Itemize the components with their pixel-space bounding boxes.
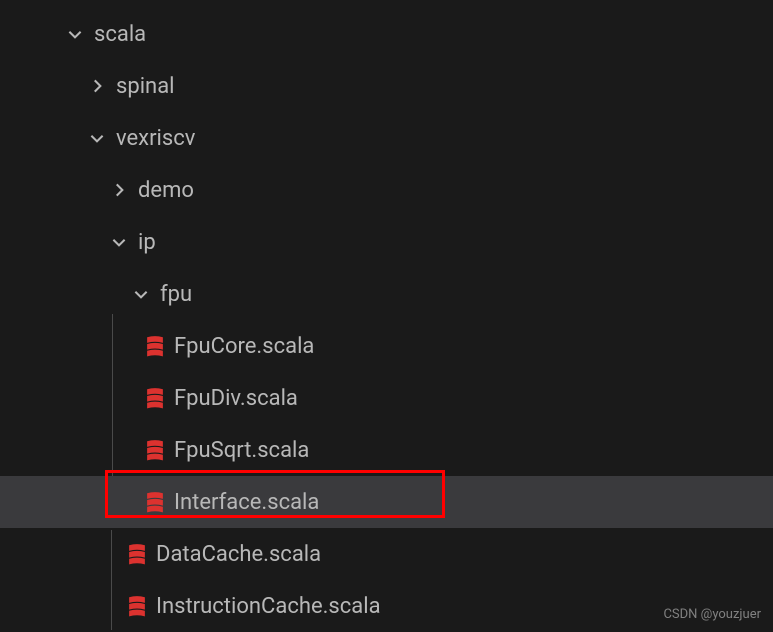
scala-file-icon — [146, 335, 164, 357]
scala-file-icon — [128, 543, 146, 565]
scala-file-icon — [146, 491, 164, 513]
folder-label: ip — [138, 230, 156, 255]
folder-label: vexriscv — [116, 126, 195, 151]
tree-file-datacache[interactable]: DataCache.scala — [0, 528, 773, 580]
tree-folder-ip[interactable]: ip — [0, 216, 773, 268]
scala-file-icon — [146, 387, 164, 409]
scala-file-icon — [146, 439, 164, 461]
watermark: CSDN @youzjuer — [663, 607, 761, 622]
tree-folder-demo[interactable]: demo — [0, 164, 773, 216]
tree-file-fpudiv[interactable]: FpuDiv.scala — [0, 372, 773, 424]
file-label: Interface.scala — [174, 490, 319, 515]
chevron-down-icon — [110, 233, 128, 251]
folder-label: demo — [138, 178, 194, 203]
file-label: FpuSqrt.scala — [174, 438, 309, 463]
tree-folder-scala[interactable]: scala — [0, 8, 773, 60]
tree-file-fpusqrt[interactable]: FpuSqrt.scala — [0, 424, 773, 476]
file-label: InstructionCache.scala — [156, 594, 381, 619]
chevron-right-icon — [110, 181, 128, 199]
file-label: FpuCore.scala — [174, 334, 314, 359]
file-tree: scala spinal vexriscv demo ip — [0, 0, 773, 632]
folder-label: fpu — [160, 282, 192, 307]
file-label: FpuDiv.scala — [174, 386, 298, 411]
chevron-down-icon — [88, 129, 106, 147]
tree-file-fpucore[interactable]: FpuCore.scala — [0, 320, 773, 372]
tree-folder-vexriscv[interactable]: vexriscv — [0, 112, 773, 164]
file-label: DataCache.scala — [156, 542, 321, 567]
chevron-right-icon — [88, 77, 106, 95]
tree-file-instructioncache[interactable]: InstructionCache.scala — [0, 580, 773, 632]
chevron-down-icon — [132, 285, 150, 303]
folder-label: scala — [94, 22, 146, 47]
chevron-down-icon — [66, 25, 84, 43]
tree-folder-fpu[interactable]: fpu — [0, 268, 773, 320]
folder-label: spinal — [116, 74, 175, 99]
tree-file-interface[interactable]: Interface.scala — [0, 476, 773, 528]
tree-folder-spinal[interactable]: spinal — [0, 60, 773, 112]
scala-file-icon — [128, 595, 146, 617]
